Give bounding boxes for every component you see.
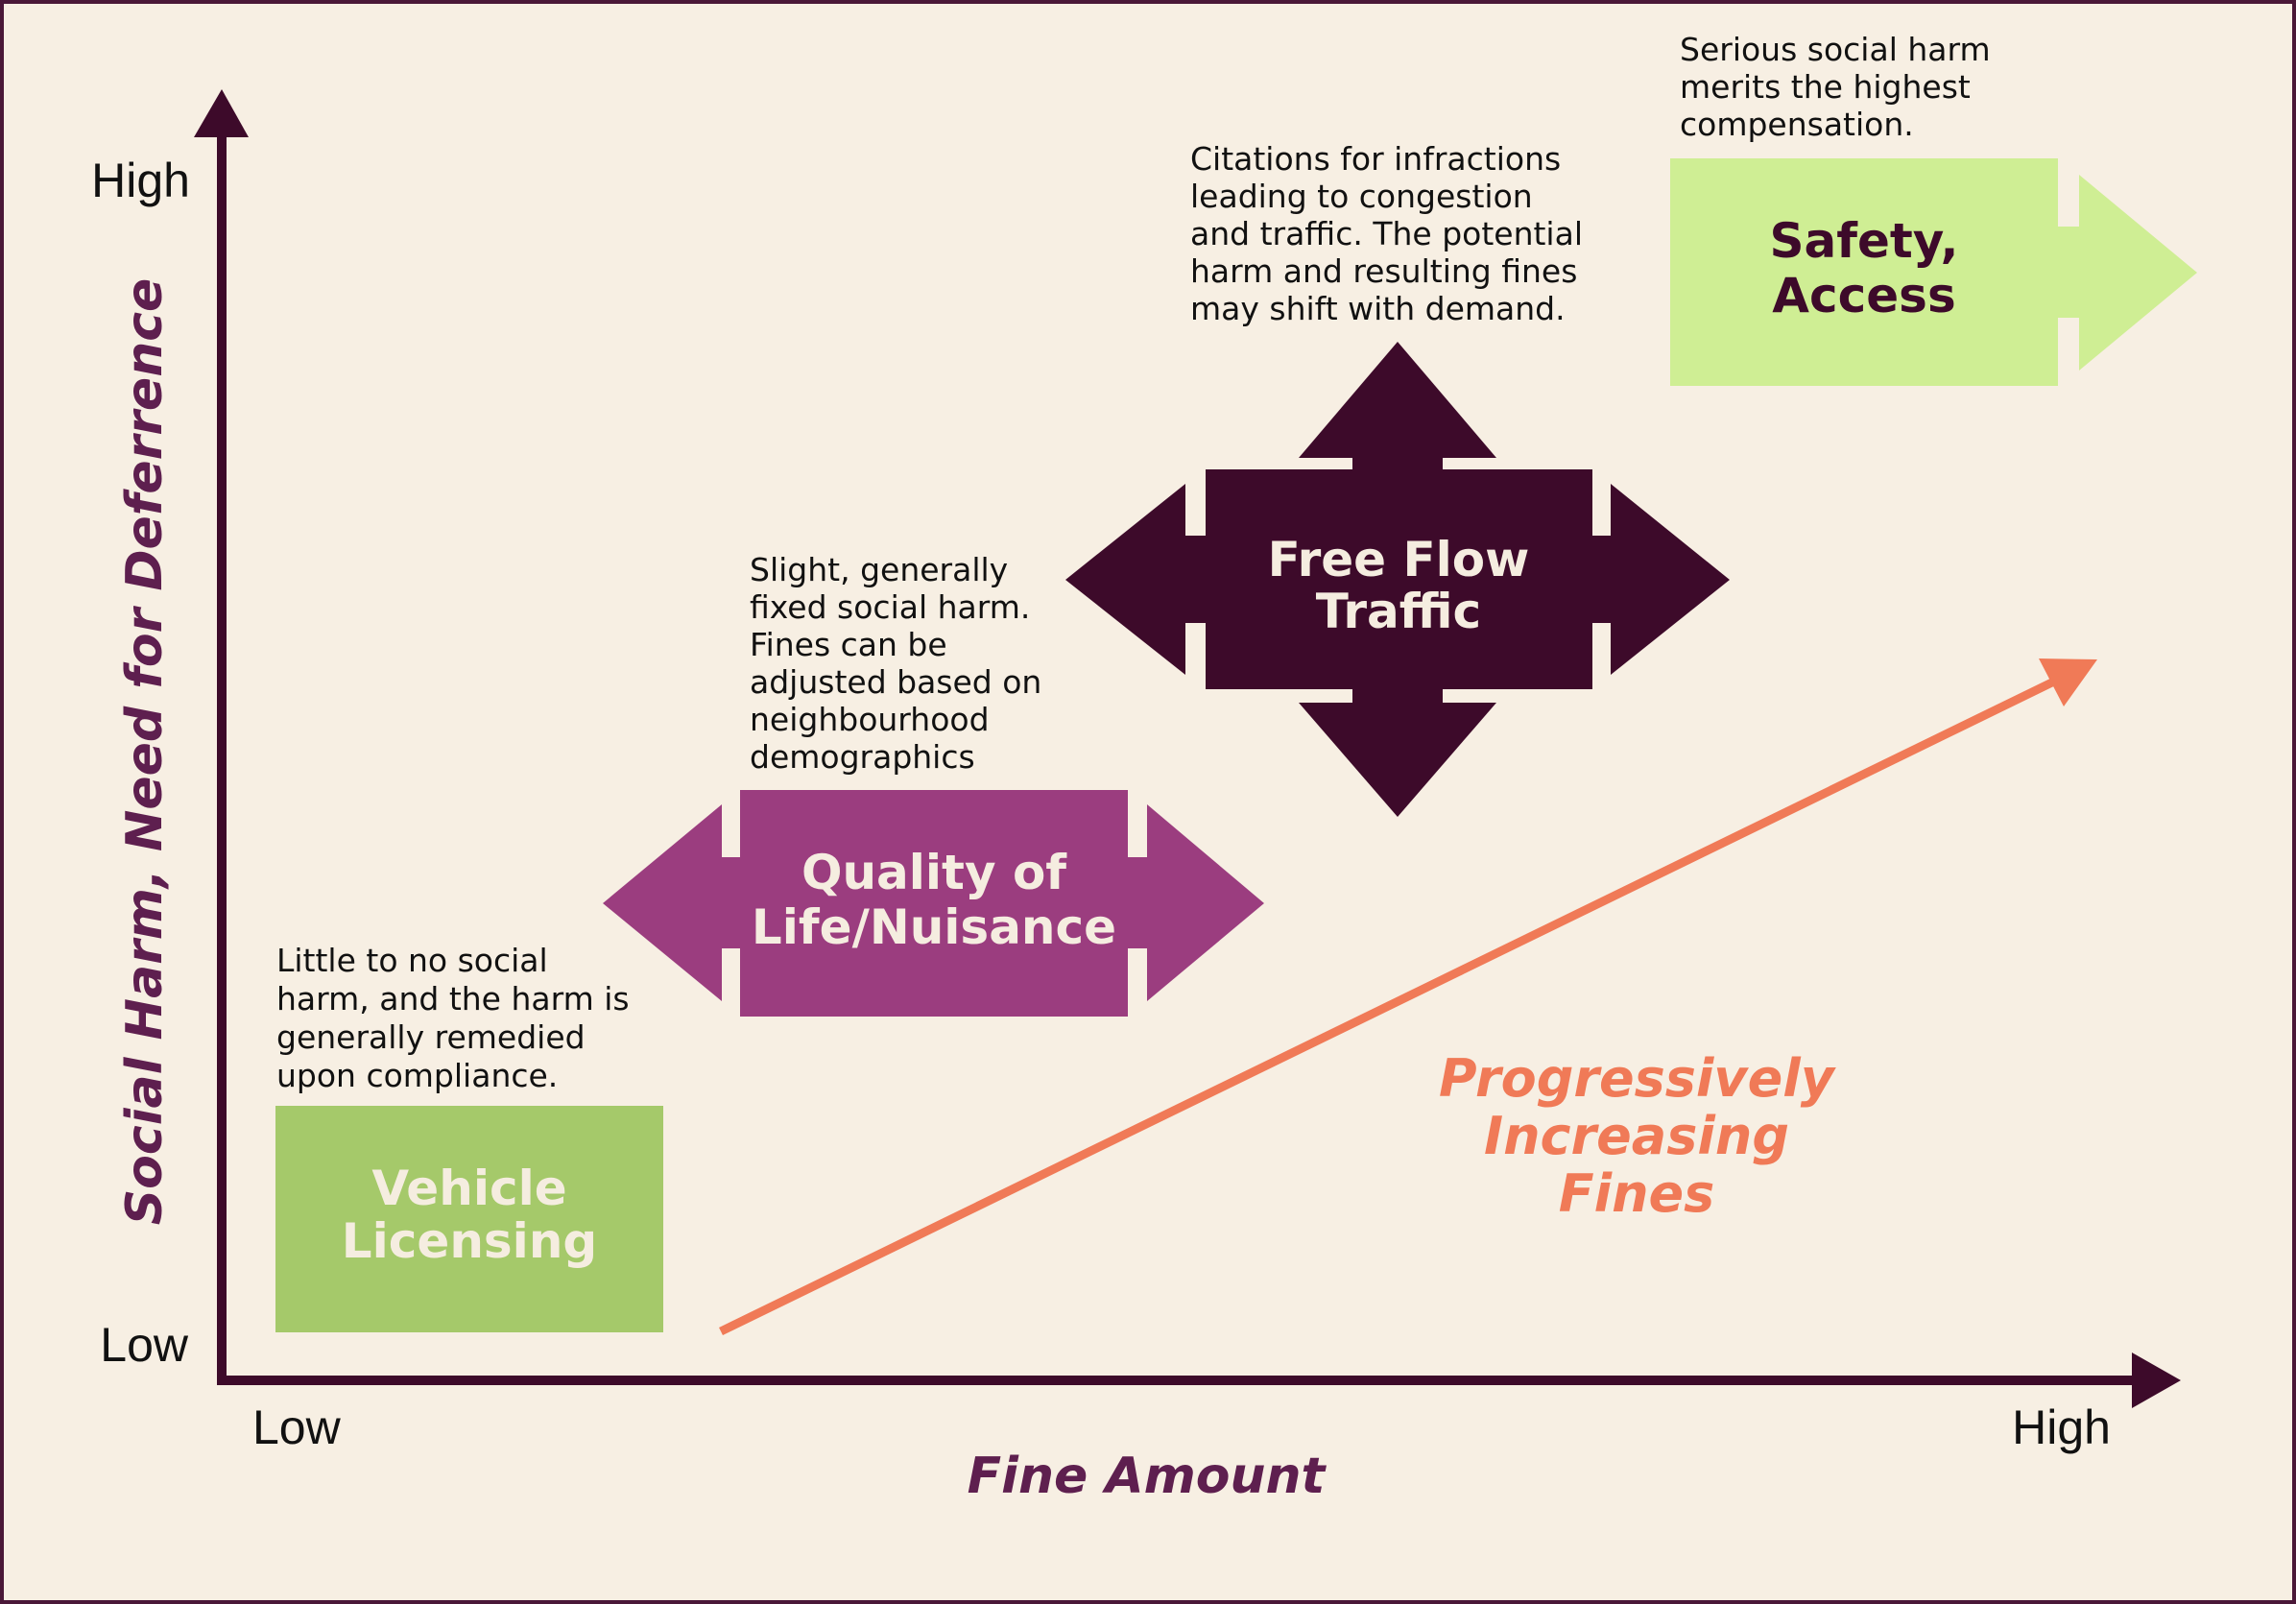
y-axis-arrowhead-icon: [194, 89, 249, 137]
safety-access-title-line-2: Access: [1772, 268, 1955, 323]
safety-access-stem: [2058, 227, 2079, 318]
description-line: Fines can be: [750, 626, 947, 663]
y-axis-title: Social Harm, Need for Deferrence: [116, 278, 174, 1226]
category-free-flow-traffic: Citations for infractions leading to con…: [1065, 140, 1730, 817]
y-axis-low-label: Low: [100, 1318, 189, 1372]
x-axis-arrowhead-icon: [2132, 1353, 2181, 1408]
y-axis-high-label: High: [91, 154, 190, 207]
description-line: compensation.: [1680, 106, 1914, 143]
category-vehicle-licensing: Little to no social harm, and the harm i…: [275, 942, 663, 1332]
description-line: and traffic. The potential: [1190, 215, 1583, 252]
description-line: Citations for infractions: [1190, 140, 1561, 178]
free-flow-traffic-description: Citations for infractions leading to con…: [1190, 140, 1583, 327]
description-line: upon compliance.: [276, 1057, 558, 1094]
description-line: Serious social harm: [1680, 31, 1991, 68]
safety-access-right-arrow-icon: [2079, 175, 2197, 371]
x-axis: Low High Fine Amount: [217, 1353, 2181, 1505]
y-axis-line: [217, 130, 227, 1385]
safety-access-title-line-1: Safety,: [1769, 213, 1958, 269]
vehicle-licensing-description: Little to no social harm, and the harm i…: [276, 942, 630, 1094]
description-line: fixed social harm.: [750, 588, 1030, 626]
quality-of-life-left-stem: [722, 857, 740, 948]
free-flow-traffic-title-line-2: Traffic: [1316, 584, 1481, 639]
description-line: generally remedied: [276, 1018, 586, 1056]
quality-of-life-title-line-2: Life/Nuisance: [752, 899, 1116, 955]
free-flow-left-arrow-icon: [1065, 484, 1185, 675]
free-flow-right-arrow-icon: [1611, 484, 1730, 675]
description-line: Slight, generally: [750, 551, 1008, 588]
free-flow-up-arrow-icon: [1299, 342, 1496, 458]
y-axis: High Low Social Harm, Need for Deferrenc…: [91, 89, 249, 1385]
category-safety-access: Serious social harm merits the highest c…: [1670, 31, 2197, 386]
trend-label-line-2: Increasing: [1484, 1106, 1789, 1166]
trend-label-line-3: Fines: [1559, 1163, 1715, 1224]
quality-of-life-right-arrow-icon: [1147, 804, 1264, 1001]
description-line: merits the highest: [1680, 68, 1971, 106]
quality-of-life-left-arrow-icon: [603, 804, 722, 1001]
quality-of-life-description: Slight, generally fixed social harm. Fin…: [750, 551, 1041, 776]
safety-access-description: Serious social harm merits the highest c…: [1680, 31, 1991, 143]
vehicle-licensing-title-line-2: Licensing: [342, 1213, 597, 1269]
vehicle-licensing-title-line-1: Vehicle: [371, 1161, 566, 1216]
description-line: harm, and the harm is: [276, 980, 630, 1017]
description-line: leading to congestion: [1190, 178, 1533, 215]
description-line: demographics: [750, 738, 975, 776]
quality-of-life-title-line-1: Quality of: [801, 845, 1067, 900]
description-line: Little to no social: [276, 942, 548, 979]
trend-label: Progressively Increasing Fines: [1439, 1048, 1837, 1224]
x-axis-low-label: Low: [252, 1401, 342, 1454]
free-flow-down-arrow-icon: [1299, 703, 1496, 817]
description-line: harm and resulting fines: [1190, 252, 1577, 290]
quality-of-life-right-stem: [1128, 857, 1147, 948]
free-flow-right-stem: [1592, 536, 1611, 623]
x-axis-title: Fine Amount: [968, 1448, 1327, 1505]
x-axis-line: [217, 1376, 2137, 1385]
description-line: neighbourhood: [750, 701, 990, 738]
description-line: may shift with demand.: [1190, 290, 1566, 327]
free-flow-top-stem: [1352, 458, 1443, 469]
trend-label-line-1: Progressively: [1439, 1048, 1837, 1109]
free-flow-bottom-stem: [1352, 689, 1443, 703]
free-flow-traffic-title-line-1: Free Flow: [1268, 532, 1530, 587]
diagram-canvas: High Low Social Harm, Need for Deferrenc…: [91, 31, 2197, 1505]
free-flow-left-stem: [1185, 536, 1206, 623]
x-axis-high-label: High: [2012, 1401, 2111, 1454]
description-line: adjusted based on: [750, 663, 1041, 701]
